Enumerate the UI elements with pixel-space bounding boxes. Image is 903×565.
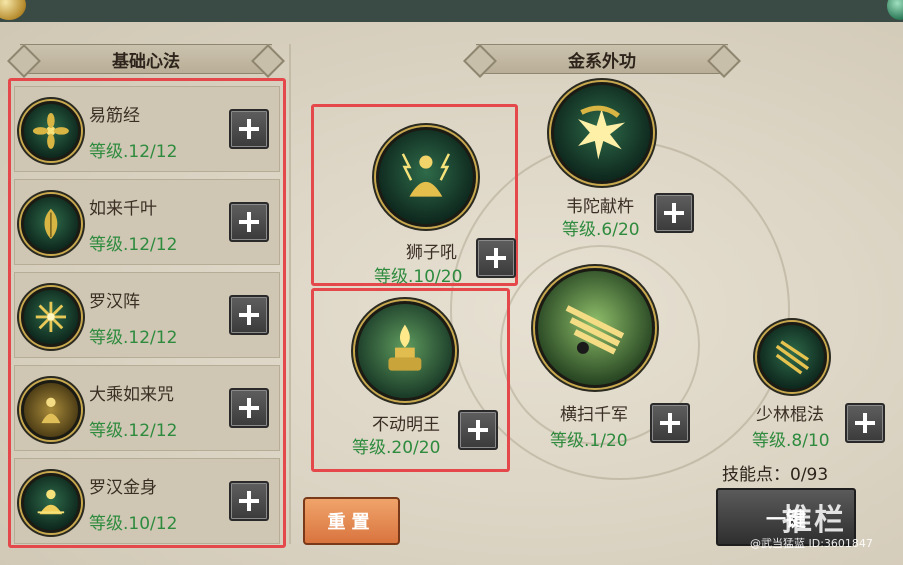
golden-burst-icon[interactable] <box>551 82 653 184</box>
basic-skills-title: 基础心法 <box>20 44 272 74</box>
skill-level: 等级.20/20 <box>352 438 441 458</box>
skill-panel: 基础心法 易筋经 等级.12/12 如来千叶 等级.12/12 罗汉阵 等级.1… <box>0 0 903 565</box>
skill-level: 等级.10/20 <box>374 267 463 287</box>
skill-level: 等级.1/20 <box>550 431 628 451</box>
list-item[interactable]: 易筋经 等级.12/12 <box>14 86 280 172</box>
skill-level: 等级.12/12 <box>89 142 178 162</box>
corner-ornament-icon <box>0 0 26 20</box>
add-skill-button[interactable] <box>845 403 885 443</box>
add-skill-button[interactable] <box>229 109 269 149</box>
skill-name: 易筋经 <box>89 106 140 126</box>
skill-name: 如来千叶 <box>89 199 157 219</box>
golden-arhat-icon <box>21 473 81 533</box>
skill-level: 等级.6/20 <box>562 220 640 240</box>
add-skill-button[interactable] <box>458 410 498 450</box>
skill-level: 等级.12/12 <box>89 421 178 441</box>
list-item[interactable]: 如来千叶 等级.12/12 <box>14 179 280 265</box>
close-orb-icon[interactable] <box>887 0 903 20</box>
skill-level: 等级.10/12 <box>89 514 178 534</box>
golden-altar-flame-icon[interactable] <box>355 301 455 401</box>
watermark: 推栏 <box>782 503 846 538</box>
skill-name: 横扫千军 <box>560 405 628 425</box>
plus-icon <box>468 420 488 440</box>
plus-icon <box>660 413 680 433</box>
plus-icon <box>855 413 875 433</box>
skill-name: 狮子吼 <box>406 243 457 263</box>
plus-icon <box>664 203 684 223</box>
skill-name: 不动明王 <box>372 415 440 435</box>
reset-button[interactable]: 重置 <box>303 497 400 545</box>
panel-divider <box>289 44 291 544</box>
skill-level: 等级.8/10 <box>752 431 830 451</box>
golden-leaf-icon <box>21 194 81 254</box>
basic-skills-title-text: 基础心法 <box>112 51 180 72</box>
list-item[interactable]: 罗汉阵 等级.12/12 <box>14 272 280 358</box>
add-skill-button[interactable] <box>229 388 269 428</box>
plus-icon <box>239 491 259 511</box>
metal-skills-title: 金系外功 <box>476 44 728 74</box>
watermark-id: @武当猛蓝 ID:3601847 <box>750 537 873 550</box>
plus-icon <box>239 212 259 232</box>
staff-strike-icon[interactable] <box>757 322 827 392</box>
sweeping-staff-icon[interactable] <box>535 268 655 388</box>
skill-name: 大乘如来咒 <box>89 385 174 405</box>
list-item[interactable]: 罗汉金身 等级.10/12 <box>14 458 280 544</box>
skill-name: 韦陀献杵 <box>566 197 634 217</box>
skill-level: 等级.12/12 <box>89 235 178 255</box>
plus-icon <box>239 398 259 418</box>
top-bar <box>0 0 903 22</box>
skill-name: 少林棍法 <box>756 405 824 425</box>
add-skill-button[interactable] <box>476 238 516 278</box>
golden-star-array-icon <box>21 287 81 347</box>
add-skill-button[interactable] <box>229 481 269 521</box>
add-skill-button[interactable] <box>654 193 694 233</box>
reset-button-label: 重置 <box>327 512 376 533</box>
plus-icon <box>486 248 506 268</box>
skill-name: 罗汉阵 <box>89 292 140 312</box>
golden-buddha-icon <box>21 380 81 440</box>
add-skill-button[interactable] <box>229 202 269 242</box>
list-item[interactable]: 大乘如来咒 等级.12/12 <box>14 365 280 451</box>
skill-level: 等级.12/12 <box>89 328 178 348</box>
metal-skills-title-text: 金系外功 <box>568 51 636 72</box>
add-skill-button[interactable] <box>229 295 269 335</box>
golden-flower-icon <box>21 101 81 161</box>
skill-points-counter: 技能点：0/93 <box>722 465 829 485</box>
plus-icon <box>239 119 259 139</box>
skill-name: 罗汉金身 <box>89 478 157 498</box>
add-skill-button[interactable] <box>650 403 690 443</box>
plus-icon <box>239 305 259 325</box>
meditating-monk-lightning-icon[interactable] <box>376 127 476 227</box>
